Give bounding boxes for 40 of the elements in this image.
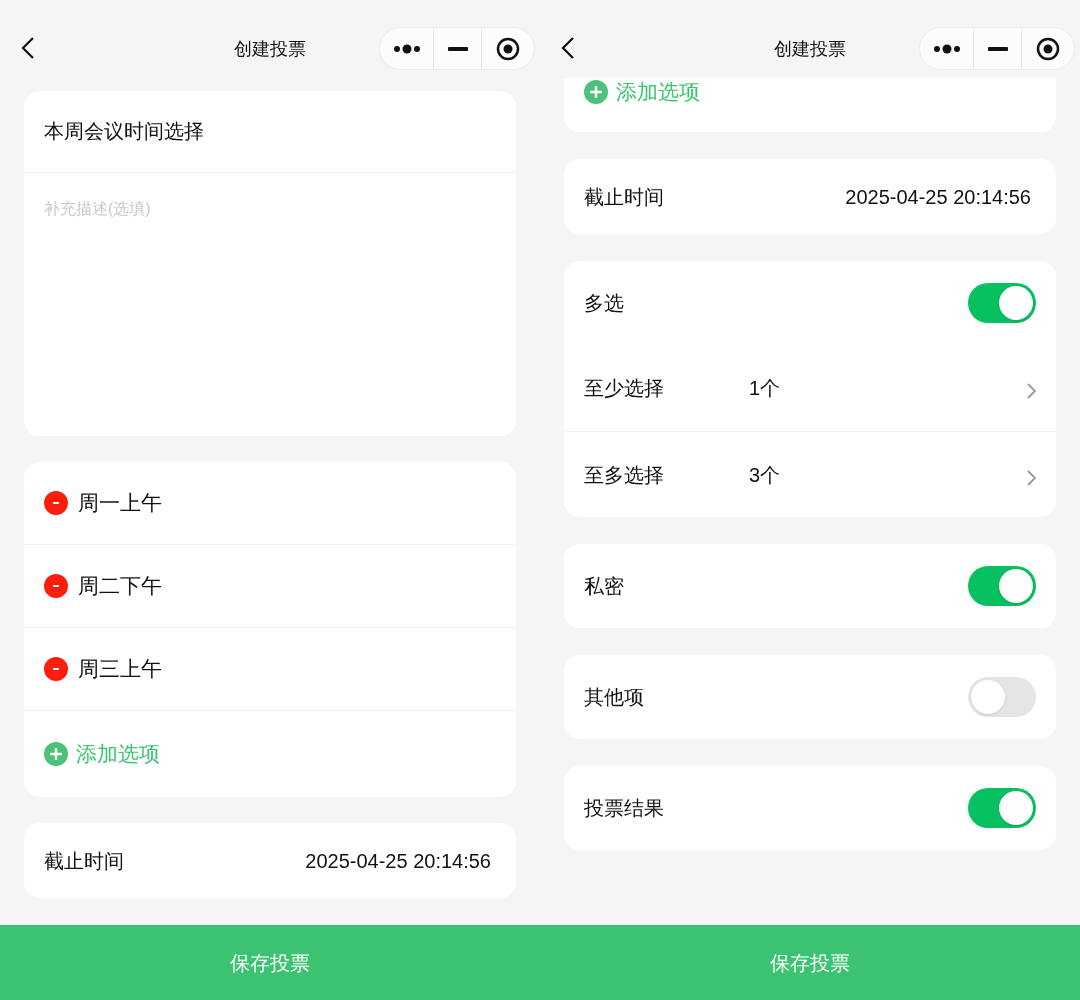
minimize-icon [987,46,1008,51]
remove-button[interactable] [44,574,68,598]
plus-icon [44,742,68,766]
page-title: 创建投票 [773,38,847,61]
deadline-row[interactable]: 截止时间 2025-04-25 20:14:56 [24,823,516,898]
page-title: 创建投票 [233,38,307,61]
minimize-icon [447,46,468,51]
setting-label: 至少选择 [584,376,665,401]
chevron-icon [1027,469,1036,486]
option-label: 周三上午 [78,656,162,683]
setting-label: 私密 [584,574,624,599]
setting-link-row[interactable]: 至多选择 3个 [564,431,1056,517]
setting-label: 投票结果 [584,796,664,821]
more-dots-icon [932,43,961,54]
toggle-switch[interactable] [968,283,1036,323]
toggle-switch[interactable] [968,677,1036,717]
deadline-label: 截止时间 [584,184,664,210]
toggle-switch[interactable] [968,566,1036,606]
setting-label: 其他项 [584,685,644,710]
more-dots-icon [392,43,421,54]
setting-value: 3个 [749,462,782,488]
remove-button[interactable] [44,657,68,681]
title-field[interactable]: 本周会议时间选择 [24,91,516,173]
remove-button[interactable] [44,491,68,515]
option-label: 周二下午 [78,573,162,600]
option-label: 周一上午 [78,490,162,517]
target-icon [1036,36,1060,61]
toggle-switch[interactable] [968,788,1036,828]
deadline-row[interactable]: 截止时间 2025-04-25 20:14:56 [564,159,1056,234]
deadline-value: 2025-04-25 20:14:56 [845,184,1032,210]
minimize-button[interactable] [433,28,482,69]
setting-label: 至多选择 [584,462,665,488]
setting-link-row[interactable]: 至少选择 1个 [564,345,1056,431]
deadline-value: 2025-04-25 20:14:56 [305,848,492,874]
chevron-icon [1027,383,1036,399]
setting-value: 1个 [749,376,782,401]
minimize-button[interactable] [973,28,1022,69]
setting-label: 多选 [584,291,624,316]
deadline-label: 截止时间 [44,848,124,874]
target-icon [496,36,520,61]
